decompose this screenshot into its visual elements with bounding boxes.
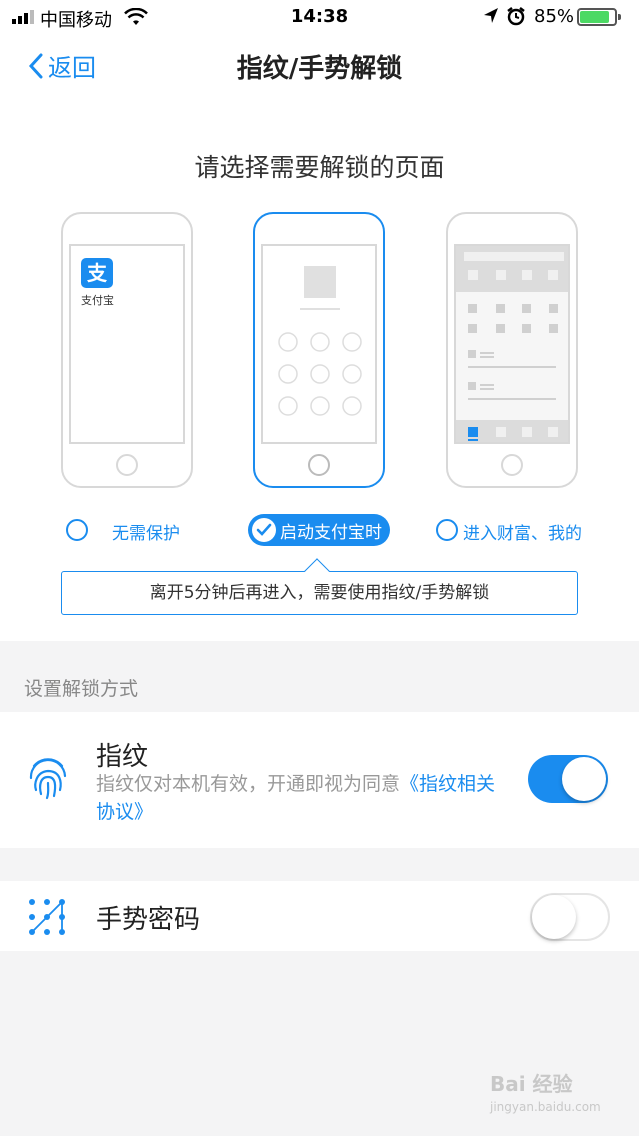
home-button-icon xyxy=(501,454,523,476)
gesture-title: 手势密码 xyxy=(96,905,201,935)
phone-preview-on-launch[interactable] xyxy=(253,212,385,488)
phone-screen xyxy=(454,244,570,444)
checkmark-icon xyxy=(252,518,276,542)
app-home-wireframe-icon xyxy=(456,246,568,442)
app-name: 支付宝 xyxy=(81,294,114,307)
alarm-icon xyxy=(507,7,525,26)
phone-preview-no-protection[interactable]: 支 支付宝 xyxy=(61,212,193,488)
location-arrow-icon xyxy=(484,8,498,23)
nav-bar: 返回 指纹/手势解锁 xyxy=(0,34,639,100)
hint-text: 离开5分钟后再进入，需要使用指纹/手势解锁 xyxy=(149,583,490,603)
option-on-launch-selected[interactable]: 启动支付宝时 xyxy=(248,514,390,546)
gesture-toggle[interactable] xyxy=(530,893,610,941)
fingerprint-toggle[interactable] xyxy=(528,755,608,803)
gesture-row: 手势密码 xyxy=(0,881,639,951)
phone-screen xyxy=(261,244,377,444)
page-title: 指纹/手势解锁 xyxy=(236,54,403,84)
divider xyxy=(300,308,340,310)
toggle-knob xyxy=(532,895,576,939)
section-label: 设置解锁方式 xyxy=(24,678,139,700)
unlock-scope-panel: 请选择需要解锁的页面 支 支付宝 无需保护 启动支付宝时 进入财富、我的 离开5… xyxy=(0,100,639,641)
avatar-placeholder xyxy=(304,266,336,298)
toggle-knob xyxy=(562,757,606,801)
gesture-pattern-icon xyxy=(29,899,65,935)
status-bar: 中国移动 14:38 85% xyxy=(0,0,639,34)
battery-icon xyxy=(577,8,621,26)
home-button-icon xyxy=(308,454,330,476)
radio-wealth-mine[interactable] xyxy=(436,519,458,541)
baidu-watermark: Bai 经验 xyxy=(490,1072,573,1096)
option-label-on-launch: 启动支付宝时 xyxy=(280,522,382,543)
panel-heading: 请选择需要解锁的页面 xyxy=(194,153,445,182)
fingerprint-icon xyxy=(29,758,67,800)
fingerprint-title: 指纹 xyxy=(96,742,149,772)
phone-preview-wealth-mine[interactable] xyxy=(446,212,578,488)
home-button-icon xyxy=(116,454,138,476)
fingerprint-row: 指纹 指纹仅对本机有效，开通即视为同意《指纹相关协议》 xyxy=(0,712,639,848)
radio-no-protection[interactable] xyxy=(66,519,88,541)
battery-percent: 85% xyxy=(534,6,575,27)
fingerprint-desc: 指纹仅对本机有效，开通即视为同意《指纹相关协议》 xyxy=(96,770,506,826)
phone-screen: 支 支付宝 xyxy=(69,244,185,444)
baidu-watermark-url: jingyan.baidu.com xyxy=(490,1100,601,1114)
option-label-wealth-mine[interactable]: 进入财富、我的 xyxy=(463,519,582,544)
option-label-no-protection[interactable]: 无需保护 xyxy=(112,519,180,544)
fingerprint-desc-text: 指纹仅对本机有效，开通即视为同意 xyxy=(96,773,401,795)
alipay-logo-icon: 支 xyxy=(81,258,113,288)
gesture-grid-icon xyxy=(278,332,362,416)
